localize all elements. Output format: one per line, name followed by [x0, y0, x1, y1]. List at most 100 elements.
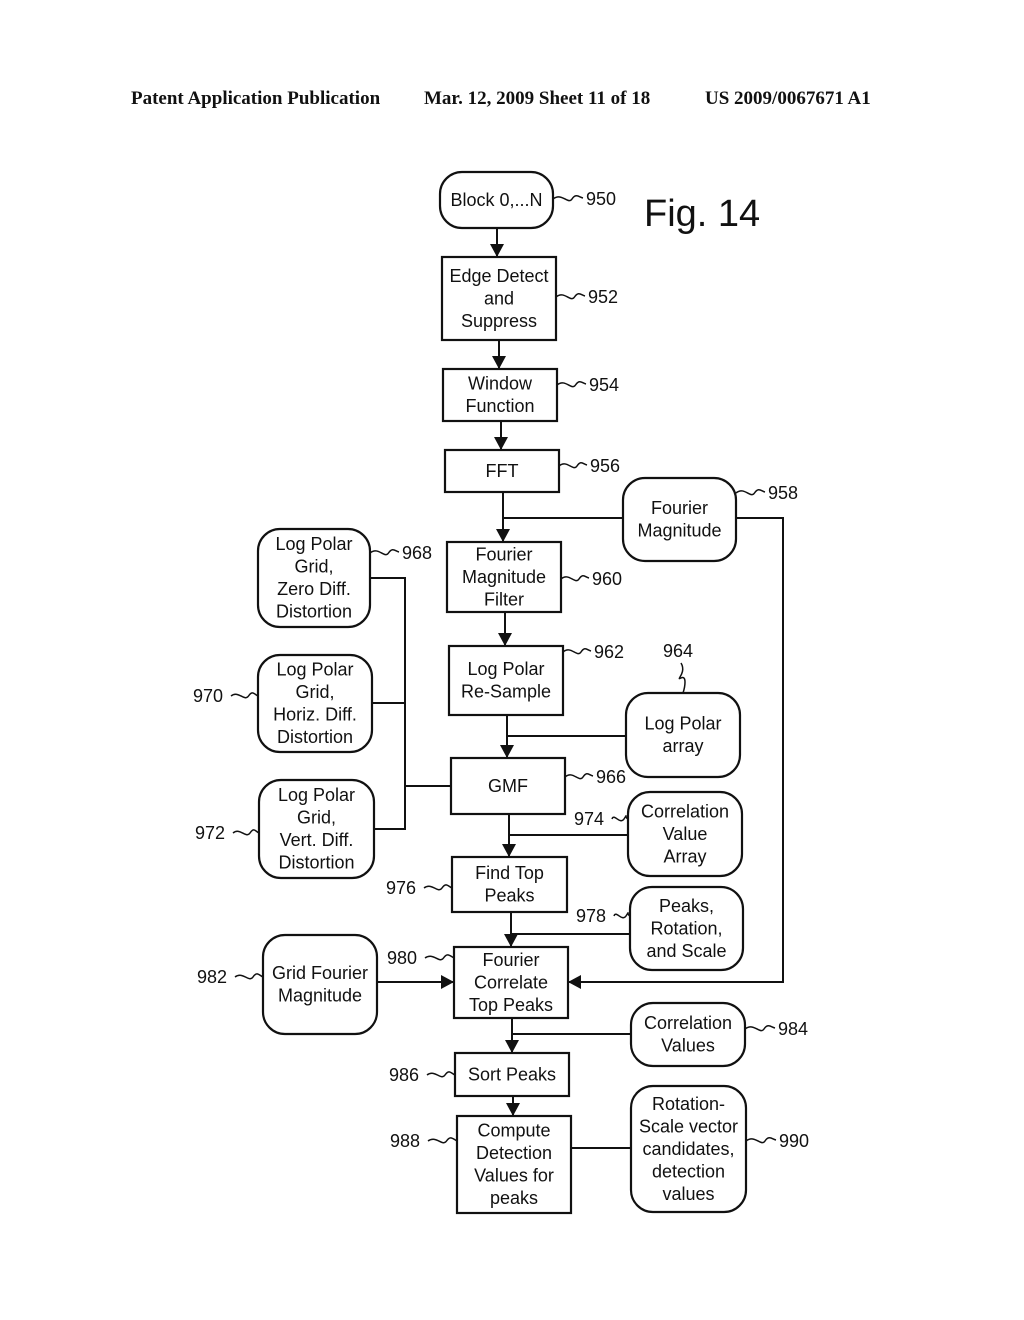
- leader-line: [744, 1025, 776, 1032]
- arrowhead-icon: [568, 975, 581, 989]
- node-label-line: candidates,: [642, 1139, 734, 1159]
- reference-numeral: 964: [663, 641, 693, 661]
- node-label-line: Correlation: [644, 1013, 732, 1033]
- node-986: Sort Peaks 986: [389, 1051, 571, 1098]
- leader-line: [555, 293, 586, 300]
- node-label-line: Scale vector: [639, 1116, 738, 1136]
- node-label-line: Correlation: [641, 801, 729, 821]
- reference-numeral: 986: [389, 1065, 419, 1085]
- leader-line: [369, 549, 400, 556]
- node-label-line: Values: [661, 1036, 715, 1056]
- reference-numeral: 974: [574, 809, 604, 829]
- node-label-line: Distortion: [278, 853, 354, 873]
- leader-line: [234, 973, 264, 980]
- nodes: Block 0,...N 950 Edge Detectand Suppress 952…: [193, 170, 809, 1215]
- reference-numeral: 962: [594, 642, 624, 662]
- reference-numeral: 956: [590, 456, 620, 476]
- arrowhead-icon: [441, 975, 454, 989]
- node-978: Peaks,Rotation, and Scale 978: [576, 885, 745, 972]
- node-972: Log Polar Grid,Vert. Diff. Distortion 972: [195, 778, 376, 880]
- node-950: Block 0,...N 950: [438, 170, 616, 230]
- node-966: GMF 966: [449, 756, 626, 816]
- node-982: Grid Fourier Magnitude 982: [197, 933, 379, 1036]
- node-label-line: and: [484, 288, 514, 308]
- reference-numeral: 960: [592, 569, 622, 589]
- node-label-line: Vert. Diff.: [280, 830, 354, 850]
- arrowhead-icon: [500, 745, 514, 758]
- node-962: Log Polar Re-Sample 962: [447, 642, 624, 717]
- leader-line: [735, 489, 766, 496]
- leader-line: [745, 1137, 777, 1144]
- leader-line: [232, 829, 260, 836]
- node-label-line: FFT: [486, 461, 519, 481]
- node-label-line: Distortion: [277, 727, 353, 747]
- node-label-line: Function: [465, 396, 534, 416]
- reference-numeral: 968: [402, 543, 432, 563]
- node-label-line: Log Polar: [275, 534, 352, 554]
- node-label-line: Log Polar: [467, 659, 544, 679]
- node-label-line: Detection: [476, 1143, 552, 1163]
- node-label-line: Rotation-: [652, 1094, 725, 1114]
- data-store-box: [624, 691, 742, 779]
- reference-numeral: 990: [779, 1131, 809, 1151]
- node-label-line: values: [662, 1184, 714, 1204]
- node-label-line: Edge Detect: [449, 266, 548, 286]
- leader-line: [558, 462, 588, 469]
- node-label-line: Horiz. Diff.: [273, 705, 357, 725]
- leader-line: [427, 1137, 458, 1144]
- leader-line: [556, 381, 587, 388]
- leader-line: [423, 884, 453, 891]
- arrowhead-icon: [492, 356, 506, 369]
- leader-line: [611, 815, 629, 822]
- reference-numeral: 982: [197, 967, 227, 987]
- node-label-line: Fourier: [482, 950, 539, 970]
- node-label-line: Grid,: [294, 557, 333, 577]
- reference-numeral: 978: [576, 906, 606, 926]
- node-958: Fourier Magnitude 958: [621, 476, 798, 563]
- node-label-line: Log Polar: [276, 660, 353, 680]
- node-label-line: Correlate: [474, 972, 548, 992]
- node-label-line: array: [662, 736, 703, 756]
- node-label-line: Values for: [474, 1166, 554, 1186]
- node-964: Log Polararray 964: [624, 641, 742, 779]
- node-label-line: Peaks: [484, 886, 534, 906]
- node-label-line: Top Peaks: [469, 995, 553, 1015]
- reference-numeral: 954: [589, 375, 619, 395]
- leader-line: [562, 648, 592, 655]
- node-label-line: Find Top: [475, 863, 544, 883]
- arrowhead-icon: [506, 1103, 520, 1116]
- arrowhead-icon: [490, 244, 504, 257]
- node-label-line: Peaks,: [659, 896, 714, 916]
- node-label-line: Magnitude: [637, 521, 721, 541]
- node-label-line: Magnitude: [462, 567, 546, 587]
- reference-numeral: 980: [387, 948, 417, 968]
- reference-numeral: 958: [768, 483, 798, 503]
- arrowhead-icon: [498, 633, 512, 646]
- data-store-box: [261, 933, 379, 1036]
- node-label-line: Suppress: [461, 311, 537, 331]
- node-label-line: Distortion: [276, 602, 352, 622]
- reference-numeral: 970: [193, 686, 223, 706]
- data-store-box: [621, 476, 738, 563]
- arrowhead-icon: [496, 529, 510, 542]
- node-label-line: Window: [468, 374, 533, 394]
- node-label-line: Magnitude: [278, 986, 362, 1006]
- node-label-line: Grid,: [295, 682, 334, 702]
- arrowhead-icon: [504, 934, 518, 947]
- node-label-line: Grid Fourier: [272, 963, 368, 983]
- node-label-line: Log Polar: [644, 714, 721, 734]
- node-970: Log PolarGrid, Horiz. Diff.Distortion 970: [193, 653, 374, 754]
- reference-numeral: 984: [778, 1019, 808, 1039]
- node-label-line: Compute: [477, 1121, 550, 1141]
- leader-line: [678, 662, 686, 694]
- node-label-line: Sort Peaks: [468, 1064, 556, 1084]
- reference-numeral: 950: [586, 189, 616, 209]
- node-label-line: Fourier: [651, 498, 708, 518]
- node-label-line: Array: [663, 846, 706, 866]
- node-label-line: Filter: [484, 589, 524, 609]
- node-984: Correlation Values 984: [629, 1001, 808, 1068]
- arrowhead-icon: [494, 437, 508, 450]
- leader-line: [552, 195, 584, 202]
- node-label-line: GMF: [488, 776, 528, 796]
- reference-numeral: 972: [195, 823, 225, 843]
